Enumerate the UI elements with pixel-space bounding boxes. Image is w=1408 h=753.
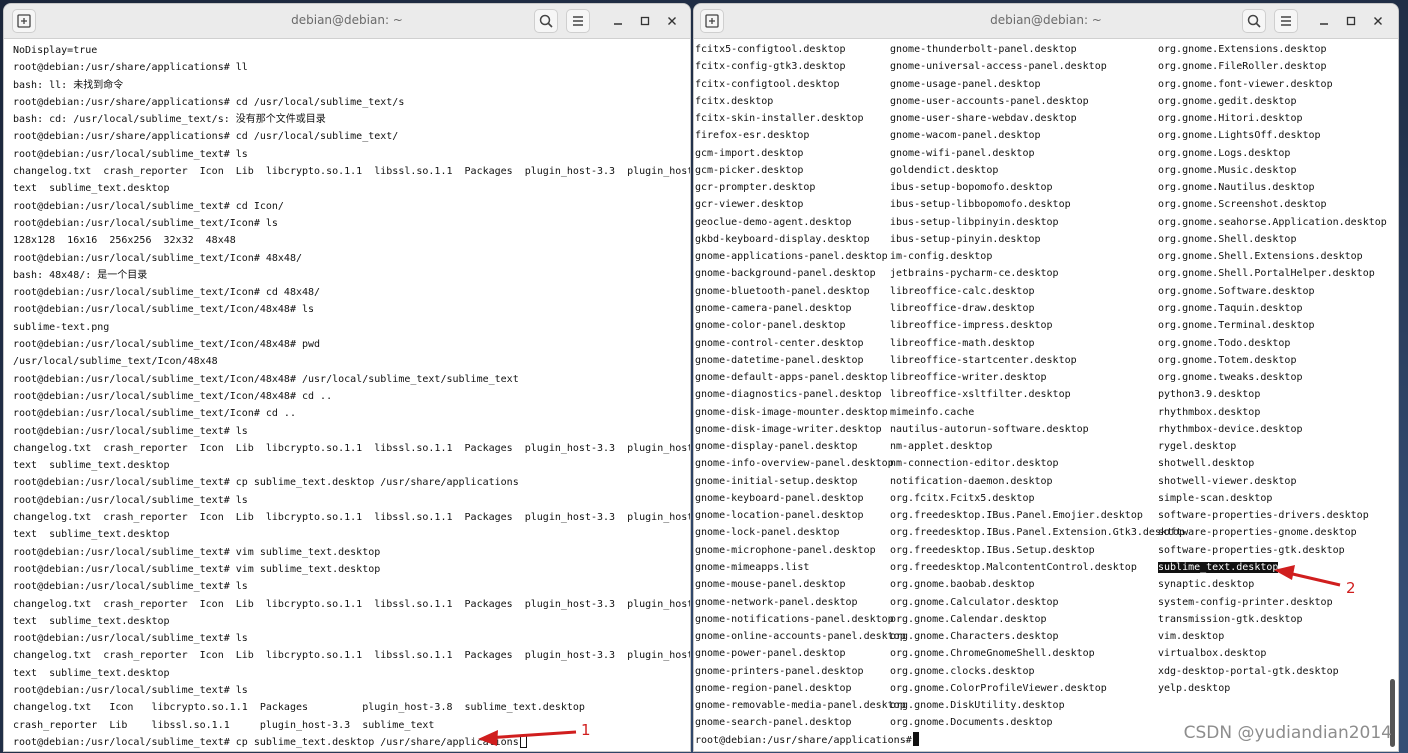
- annotation-arrow-1: [478, 730, 577, 746]
- watermark: CSDN @yudiandian2014: [1183, 723, 1392, 743]
- annotation-arrow-2: [1274, 565, 1341, 587]
- annotation-label-2: 2: [1346, 579, 1356, 597]
- annotation-label-1: 1: [581, 721, 591, 739]
- annotation-layer: [478, 565, 1341, 746]
